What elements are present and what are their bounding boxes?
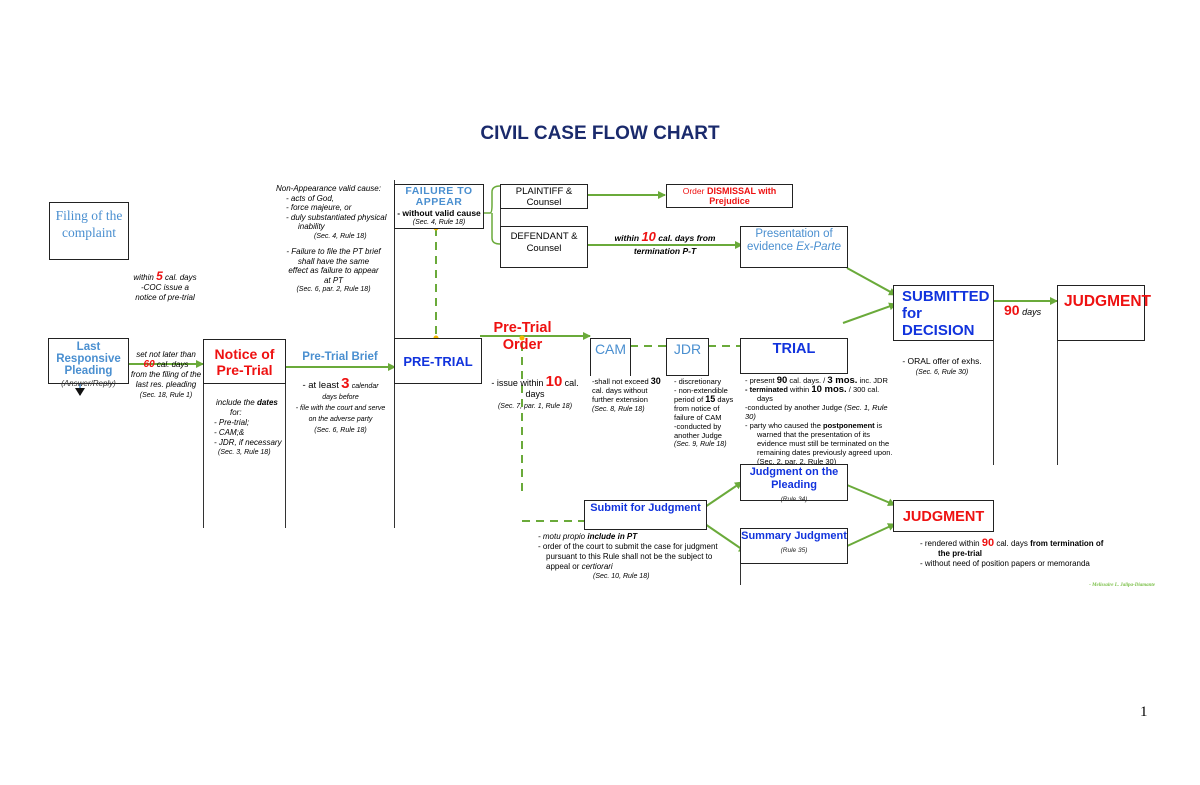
summary-judgment-label: Summary Judgment [741,530,847,542]
column-line [993,340,994,465]
jdr-note: - discretionary - non-extendible period … [674,377,734,448]
oral-offer-note: - ORAL offer of exhs. (Sec. 6, Rule 30) [902,356,982,376]
summary-judgment-box[interactable]: Summary Judgment (Rule 35) [740,528,848,564]
arrow-summary-to-judgment [844,523,896,548]
failure-sub: - without valid cause [397,208,481,218]
pretrial-order-label: Pre-Trial Order [493,320,552,353]
judgment-top-box[interactable]: JUDGMENT [1057,285,1151,341]
judgment-bottom-label: JUDGMENT [902,509,985,525]
cam-label: CAM [594,341,627,357]
judgment-pleading-label: Judgment on the Pleading [749,466,839,491]
submit-judgment-label: Submit for Judgment [590,502,701,514]
cam-note: -shall not exceed 30 cal. days without f… [592,376,661,414]
ex-parte-box[interactable]: Presentation of evidence Ex-Parte [740,226,848,268]
pretrial-label: PRE-TRIAL [403,354,473,369]
column-line [1057,340,1058,465]
within-5-note: within 5 cal. days -COC issue a notice o… [133,269,197,302]
failure-ref: (Sec. 4, Rule 18) [412,219,466,226]
signature: - Melissaire L. Jalipa-Diamante [1089,583,1155,588]
jdr-box[interactable]: JDR [666,338,709,376]
judgment-top-label: JUDGMENT [1064,293,1151,310]
arrow-trial-to-submitted [842,302,897,324]
plaintiff-label: PLAINTIFF & Counsel [515,186,573,208]
summary-judgment-ref: (Rule 35) [780,547,808,554]
set-not-later-note: set not later than 60 cal. days from the… [130,350,202,399]
within-10-note: within 10 cal. days from termination P-T [614,229,716,256]
column-line [203,383,204,528]
cam-box[interactable]: CAM [590,338,631,376]
failure-to-appear-box[interactable]: FAILURE TO APPEAR - without valid cause … [394,184,484,229]
plaintiff-box[interactable]: PLAINTIFF & Counsel [500,184,588,209]
jdr-label: JDR [673,341,702,357]
submitted-for-decision-box[interactable]: SUBMITTED for DECISION [893,285,994,341]
submitted-label: SUBMITTED for DECISION [902,288,990,339]
arrow-exparte-to-submitted [846,267,897,296]
last-pleading-box[interactable]: Last Responsive Pleading (Answer/Reply) [48,338,129,388]
filing-box[interactable]: Filing of the complaint [49,202,129,260]
submit-for-judgment-box[interactable]: Submit for Judgment [584,500,707,530]
trial-note: - present 90 cal. days. / 3 mos. inc. JD… [745,375,893,466]
filing-label: Filing of the complaint [55,208,123,240]
page-number: 1 [1140,704,1148,720]
judgment-bottom-box[interactable]: JUDGMENT [893,500,994,532]
judgment-pleading-ref: (Rule 34) [780,496,808,503]
pretrial-order-note: - issue within 10 cal. days (Sec. 7, par… [491,373,579,410]
ninety-days-label: 90 days [1004,302,1042,318]
defendant-box[interactable]: DEFENDANT & Counsel [500,226,588,268]
last-pleading-sub: (Answer/Reply) [61,379,116,388]
last-pleading-label: Last Responsive Pleading [56,341,121,377]
arrow-pleading-to-judgment [846,484,896,506]
notice-label: Notice of Pre-Trial [214,346,275,378]
defendant-label: DEFENDANT & Counsel [510,231,578,254]
arrow-submit-to-pleading [704,481,743,508]
pretrial-box[interactable]: PRE-TRIAL [394,338,482,384]
page-title: CIVIL CASE FLOW CHART [480,123,720,144]
dismissal-label: DISMISSAL with Prejudice [706,186,777,206]
submit-judgment-note: - motu propio include in PT - order of t… [538,532,718,580]
non-appearance-note: Non-Appearance valid cause: - acts of Go… [276,184,387,293]
trial-label: TRIAL [772,341,816,357]
pretrial-brief-label: Pre-Trial Brief [302,351,378,363]
trial-box[interactable]: TRIAL [740,338,848,374]
include-dates-note: include the dates for: - Pre-trial; - CA… [214,398,282,456]
brace-failure [482,185,501,245]
dismissal-box[interactable]: Order DISMISSAL with Prejudice [666,184,793,208]
notice-of-pretrial-box[interactable]: Notice of Pre-Trial [203,339,286,384]
pretrial-brief-note: - at least 3 calendar days before - file… [295,375,386,434]
failure-label: FAILURE TO APPEAR [405,185,473,208]
judgment-on-pleading-box[interactable]: Judgment on the Pleading (Rule 34) [740,464,848,503]
judgment-note: - rendered within 90 cal. days from term… [920,537,1104,569]
